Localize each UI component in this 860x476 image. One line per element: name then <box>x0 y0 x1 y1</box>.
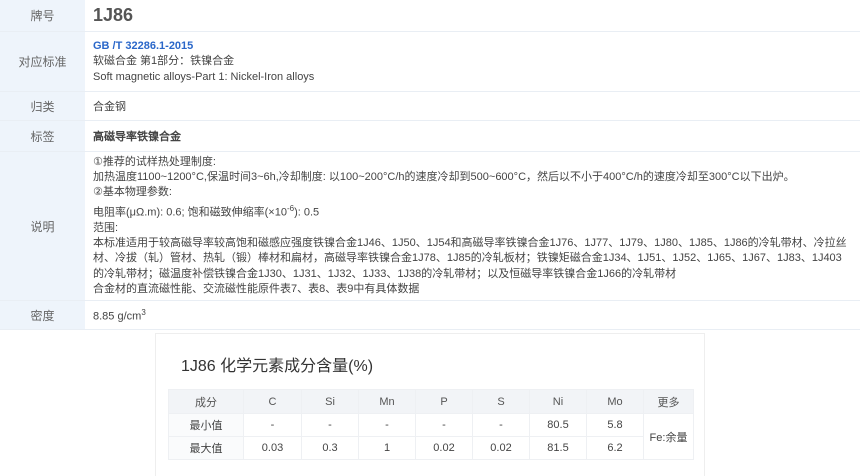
table-cell: 0.02 <box>415 436 473 460</box>
description-label: 说明 <box>0 151 85 301</box>
table-cell: 6.2 <box>586 436 644 460</box>
classification-label: 归类 <box>0 91 85 121</box>
table-cell: - <box>472 413 530 437</box>
more-cell: Fe:余量 <box>643 413 694 460</box>
table-cell: 81.5 <box>529 436 587 460</box>
description-line: 加热温度1100~1200°C,保温时间3~6h,冷却制度: 以100~200°… <box>93 171 795 184</box>
scope-text: 本标准适用于较高磁导率较高饱和磁感应强度铁镍合金1J46、1J50、1J54和高… <box>93 236 847 280</box>
table-cell: 1 <box>358 436 416 460</box>
column-header-more: 更多 <box>643 389 694 414</box>
table-cell: - <box>358 413 416 437</box>
column-header: Ni <box>529 389 587 414</box>
table-row: 最小值 - - - - - 80.5 5.8 Fe:余量 <box>168 413 694 460</box>
column-header: Mo <box>586 389 644 414</box>
classification-value: 合金钢 <box>85 91 860 121</box>
tags-row: 标签 高磁导率铁镍合金 <box>0 120 860 152</box>
column-header: Mn <box>358 389 416 414</box>
density-row: 密度 8.85 g/cm3 <box>0 300 860 330</box>
column-header: C <box>243 389 302 414</box>
description-line: ②基本物理参数: <box>93 186 172 199</box>
grade-label: 牌号 <box>0 0 85 32</box>
table-cell: 0.02 <box>472 436 530 460</box>
density-label: 密度 <box>0 300 85 330</box>
standard-label: 对应标准 <box>0 31 85 92</box>
standard-title-en: Soft magnetic alloys-Part 1: Nickel-Iron… <box>93 70 315 83</box>
table-cell: - <box>243 413 302 437</box>
description-content: ①推荐的试样热处理制度: 加热温度1100~1200°C,保温时间3~6h,冷却… <box>85 151 860 301</box>
alloy-info-table: 牌号 1J86 对应标准 GB /T 32286.1-2015 软磁合金 第1部… <box>0 0 860 330</box>
standard-title-cn: 软磁合金 第1部分：铁镍合金 <box>93 55 235 67</box>
column-header: Si <box>301 389 359 414</box>
scope-label: 范围: <box>93 221 119 234</box>
grade-row: 牌号 1J86 <box>0 0 860 32</box>
description-row: 说明 ①推荐的试样热处理制度: 加热温度1100~1200°C,保温时间3~6h… <box>0 151 860 301</box>
description-line: ①推荐的试样热处理制度: <box>93 155 216 168</box>
standard-code-link[interactable]: GB /T 32286.1-2015 <box>93 38 852 54</box>
table-cell: 80.5 <box>529 413 587 437</box>
row-label: 最小值 <box>168 413 244 437</box>
row-label: 最大值 <box>168 436 244 460</box>
table-cell: - <box>415 413 473 437</box>
density-value: 8.85 g/cm3 <box>85 300 860 330</box>
composition-header-row: 成分 C Si Mn P S Ni Mo 更多 <box>168 389 694 414</box>
physical-params: 电阻率(μΩ.m): 0.6; 饱和磁致伸缩率(×10-6): 0.5 <box>93 203 320 219</box>
tag-value[interactable]: 高磁导率铁镍合金 <box>93 131 181 143</box>
description-note: 合金材的直流磁性能、交流磁性能原件表7、表8、表9中有具体数据 <box>93 282 420 295</box>
column-header: P <box>415 389 473 414</box>
standard-row: 对应标准 GB /T 32286.1-2015 软磁合金 第1部分：铁镍合金 S… <box>0 31 860 92</box>
tags-label: 标签 <box>0 120 85 152</box>
table-cell: 0.3 <box>301 436 359 460</box>
composition-panel: 1J86 化学元素成分含量(%) 成分 C Si Mn P S Ni Mo 更多… <box>155 333 705 476</box>
classification-row: 归类 合金钢 <box>0 91 860 121</box>
grade-value: 1J86 <box>93 5 134 25</box>
column-header: 成分 <box>168 389 244 414</box>
table-row: 最大值 0.03 0.3 1 0.02 0.02 81.5 6.2 <box>168 436 694 460</box>
table-cell: 0.03 <box>243 436 302 460</box>
composition-title: 1J86 化学元素成分含量(%) <box>181 358 374 375</box>
column-header: S <box>472 389 530 414</box>
table-cell: - <box>301 413 359 437</box>
table-cell: 5.8 <box>586 413 644 437</box>
composition-table: 成分 C Si Mn P S Ni Mo 更多 最小值 - - - - - 80… <box>168 389 694 460</box>
